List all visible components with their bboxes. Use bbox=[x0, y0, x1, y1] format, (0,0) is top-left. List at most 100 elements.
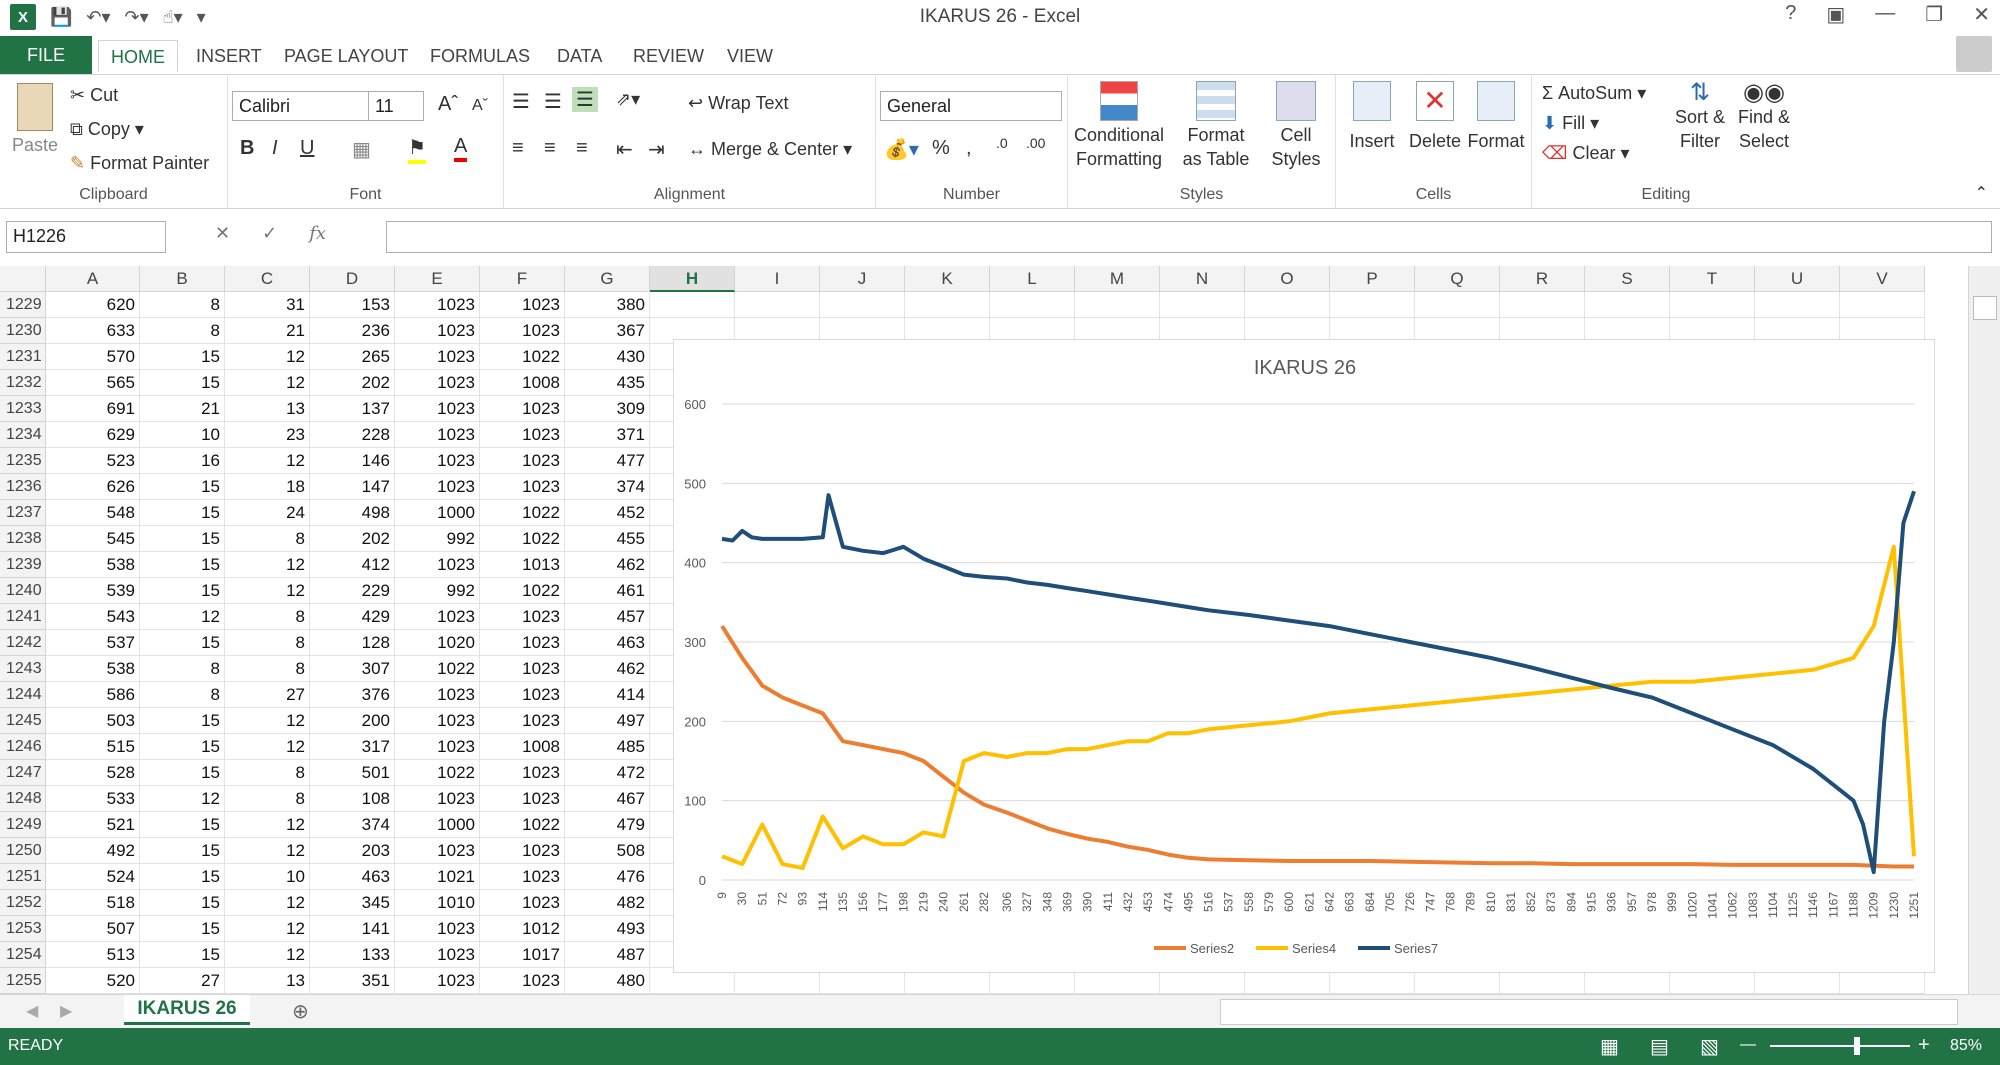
table-cell[interactable] bbox=[1585, 292, 1670, 318]
table-cell[interactable]: 1013 bbox=[480, 552, 565, 578]
find-select-button[interactable]: ◉◉ Find & Select bbox=[1732, 81, 1796, 153]
table-cell[interactable]: 12 bbox=[225, 916, 310, 942]
table-cell[interactable]: 1022 bbox=[395, 760, 480, 786]
table-cell[interactable]: 545 bbox=[46, 526, 140, 552]
table-cell[interactable]: 15 bbox=[140, 708, 225, 734]
column-header-l[interactable]: L bbox=[990, 266, 1075, 292]
table-cell[interactable] bbox=[1500, 292, 1585, 318]
table-cell[interactable]: 1023 bbox=[395, 916, 480, 942]
table-cell[interactable]: 503 bbox=[46, 708, 140, 734]
table-cell[interactable]: 1023 bbox=[395, 968, 480, 994]
row-header[interactable]: 1241 bbox=[0, 604, 46, 630]
format-painter-button[interactable]: ✎ Format Painter bbox=[70, 153, 209, 174]
table-cell[interactable]: 1022 bbox=[480, 578, 565, 604]
table-cell[interactable]: 15 bbox=[140, 812, 225, 838]
table-cell[interactable]: 13 bbox=[225, 396, 310, 422]
table-cell[interactable]: 367 bbox=[565, 318, 650, 344]
row-header[interactable]: 1252 bbox=[0, 890, 46, 916]
table-cell[interactable]: 533 bbox=[46, 786, 140, 812]
name-box[interactable]: H1226 bbox=[6, 221, 166, 253]
minimize-icon[interactable]: — bbox=[1875, 2, 1895, 27]
insert-function-icon[interactable]: fx bbox=[309, 223, 326, 244]
horizontal-scrollbar[interactable] bbox=[1220, 999, 1958, 1025]
table-cell[interactable]: 521 bbox=[46, 812, 140, 838]
row-header[interactable]: 1239 bbox=[0, 552, 46, 578]
restore-icon[interactable]: ❐ bbox=[1925, 2, 1943, 27]
row-header[interactable]: 1249 bbox=[0, 812, 46, 838]
table-cell[interactable]: 1023 bbox=[480, 630, 565, 656]
table-cell[interactable]: 565 bbox=[46, 370, 140, 396]
table-cell[interactable]: 586 bbox=[46, 682, 140, 708]
row-header[interactable]: 1244 bbox=[0, 682, 46, 708]
font-color-icon[interactable]: A bbox=[454, 135, 468, 162]
table-cell[interactable]: 1023 bbox=[480, 864, 565, 890]
table-cell[interactable]: 31 bbox=[225, 292, 310, 318]
table-cell[interactable] bbox=[650, 292, 735, 318]
table-cell[interactable]: 8 bbox=[140, 318, 225, 344]
decrease-decimal-icon[interactable]: .00 bbox=[1026, 135, 1045, 151]
row-header[interactable]: 1254 bbox=[0, 942, 46, 968]
table-cell[interactable]: 1023 bbox=[395, 474, 480, 500]
table-cell[interactable]: 485 bbox=[565, 734, 650, 760]
table-cell[interactable]: 1023 bbox=[480, 474, 565, 500]
table-cell[interactable]: 507 bbox=[46, 916, 140, 942]
table-cell[interactable]: 1012 bbox=[480, 916, 565, 942]
table-cell[interactable]: 467 bbox=[565, 786, 650, 812]
table-cell[interactable]: 1021 bbox=[395, 864, 480, 890]
column-header-o[interactable]: O bbox=[1245, 266, 1330, 292]
column-header-d[interactable]: D bbox=[310, 266, 395, 292]
table-cell[interactable]: 15 bbox=[140, 474, 225, 500]
row-header[interactable]: 1234 bbox=[0, 422, 46, 448]
zoom-slider[interactable] bbox=[1770, 1037, 1910, 1055]
table-cell[interactable]: 1010 bbox=[395, 890, 480, 916]
table-cell[interactable]: 1023 bbox=[480, 604, 565, 630]
table-cell[interactable]: 12 bbox=[225, 890, 310, 916]
table-cell[interactable]: 307 bbox=[310, 656, 395, 682]
table-cell[interactable]: 8 bbox=[140, 656, 225, 682]
underline-icon[interactable]: U bbox=[300, 137, 314, 160]
table-cell[interactable]: 1023 bbox=[395, 942, 480, 968]
font-size-select[interactable]: 11 bbox=[368, 91, 424, 121]
table-cell[interactable]: 12 bbox=[225, 370, 310, 396]
format-as-table-button[interactable]: Format as Table bbox=[1176, 81, 1256, 171]
table-cell[interactable]: 1023 bbox=[395, 734, 480, 760]
fill-color-icon[interactable]: ⚑ bbox=[408, 135, 426, 164]
table-cell[interactable] bbox=[1755, 292, 1840, 318]
table-cell[interactable]: 462 bbox=[565, 656, 650, 682]
table-cell[interactable]: 515 bbox=[46, 734, 140, 760]
zoom-in-icon[interactable]: + bbox=[1918, 1034, 1930, 1057]
table-cell[interactable]: 497 bbox=[565, 708, 650, 734]
table-cell[interactable]: 228 bbox=[310, 422, 395, 448]
tab-view[interactable]: VIEW bbox=[727, 40, 773, 72]
table-cell[interactable]: 12 bbox=[140, 604, 225, 630]
sort-filter-button[interactable]: ⇅ Sort & Filter bbox=[1670, 81, 1730, 153]
chart[interactable]: IKARUS 26 0 100 200 300 400 500 600 9 30 51 72 93 114… bbox=[673, 339, 1935, 973]
table-cell[interactable] bbox=[1670, 292, 1755, 318]
table-cell[interactable]: 200 bbox=[310, 708, 395, 734]
table-cell[interactable]: 376 bbox=[310, 682, 395, 708]
row-header[interactable]: 1253 bbox=[0, 916, 46, 942]
table-cell[interactable]: 374 bbox=[565, 474, 650, 500]
table-cell[interactable]: 147 bbox=[310, 474, 395, 500]
row-header[interactable]: 1233 bbox=[0, 396, 46, 422]
table-cell[interactable]: 15 bbox=[140, 916, 225, 942]
table-cell[interactable]: 1023 bbox=[395, 344, 480, 370]
table-cell[interactable] bbox=[820, 292, 905, 318]
zoom-slider-thumb[interactable] bbox=[1854, 1037, 1860, 1055]
table-cell[interactable]: 992 bbox=[395, 578, 480, 604]
table-cell[interactable]: 992 bbox=[395, 526, 480, 552]
table-cell[interactable]: 16 bbox=[140, 448, 225, 474]
table-cell[interactable]: 1023 bbox=[480, 890, 565, 916]
column-header-v[interactable]: V bbox=[1840, 266, 1925, 292]
align-left-icon[interactable]: ≡ bbox=[512, 137, 524, 160]
table-cell[interactable]: 524 bbox=[46, 864, 140, 890]
table-cell[interactable]: 1008 bbox=[480, 734, 565, 760]
table-cell[interactable]: 629 bbox=[46, 422, 140, 448]
borders-icon[interactable]: ▦ bbox=[352, 137, 371, 162]
table-cell[interactable]: 1023 bbox=[480, 318, 565, 344]
column-header-s[interactable]: S bbox=[1585, 266, 1670, 292]
increase-indent-icon[interactable]: ⇥ bbox=[648, 137, 665, 162]
table-cell[interactable]: 21 bbox=[225, 318, 310, 344]
align-center-icon[interactable]: ≡ bbox=[544, 137, 556, 160]
table-cell[interactable]: 12 bbox=[225, 734, 310, 760]
